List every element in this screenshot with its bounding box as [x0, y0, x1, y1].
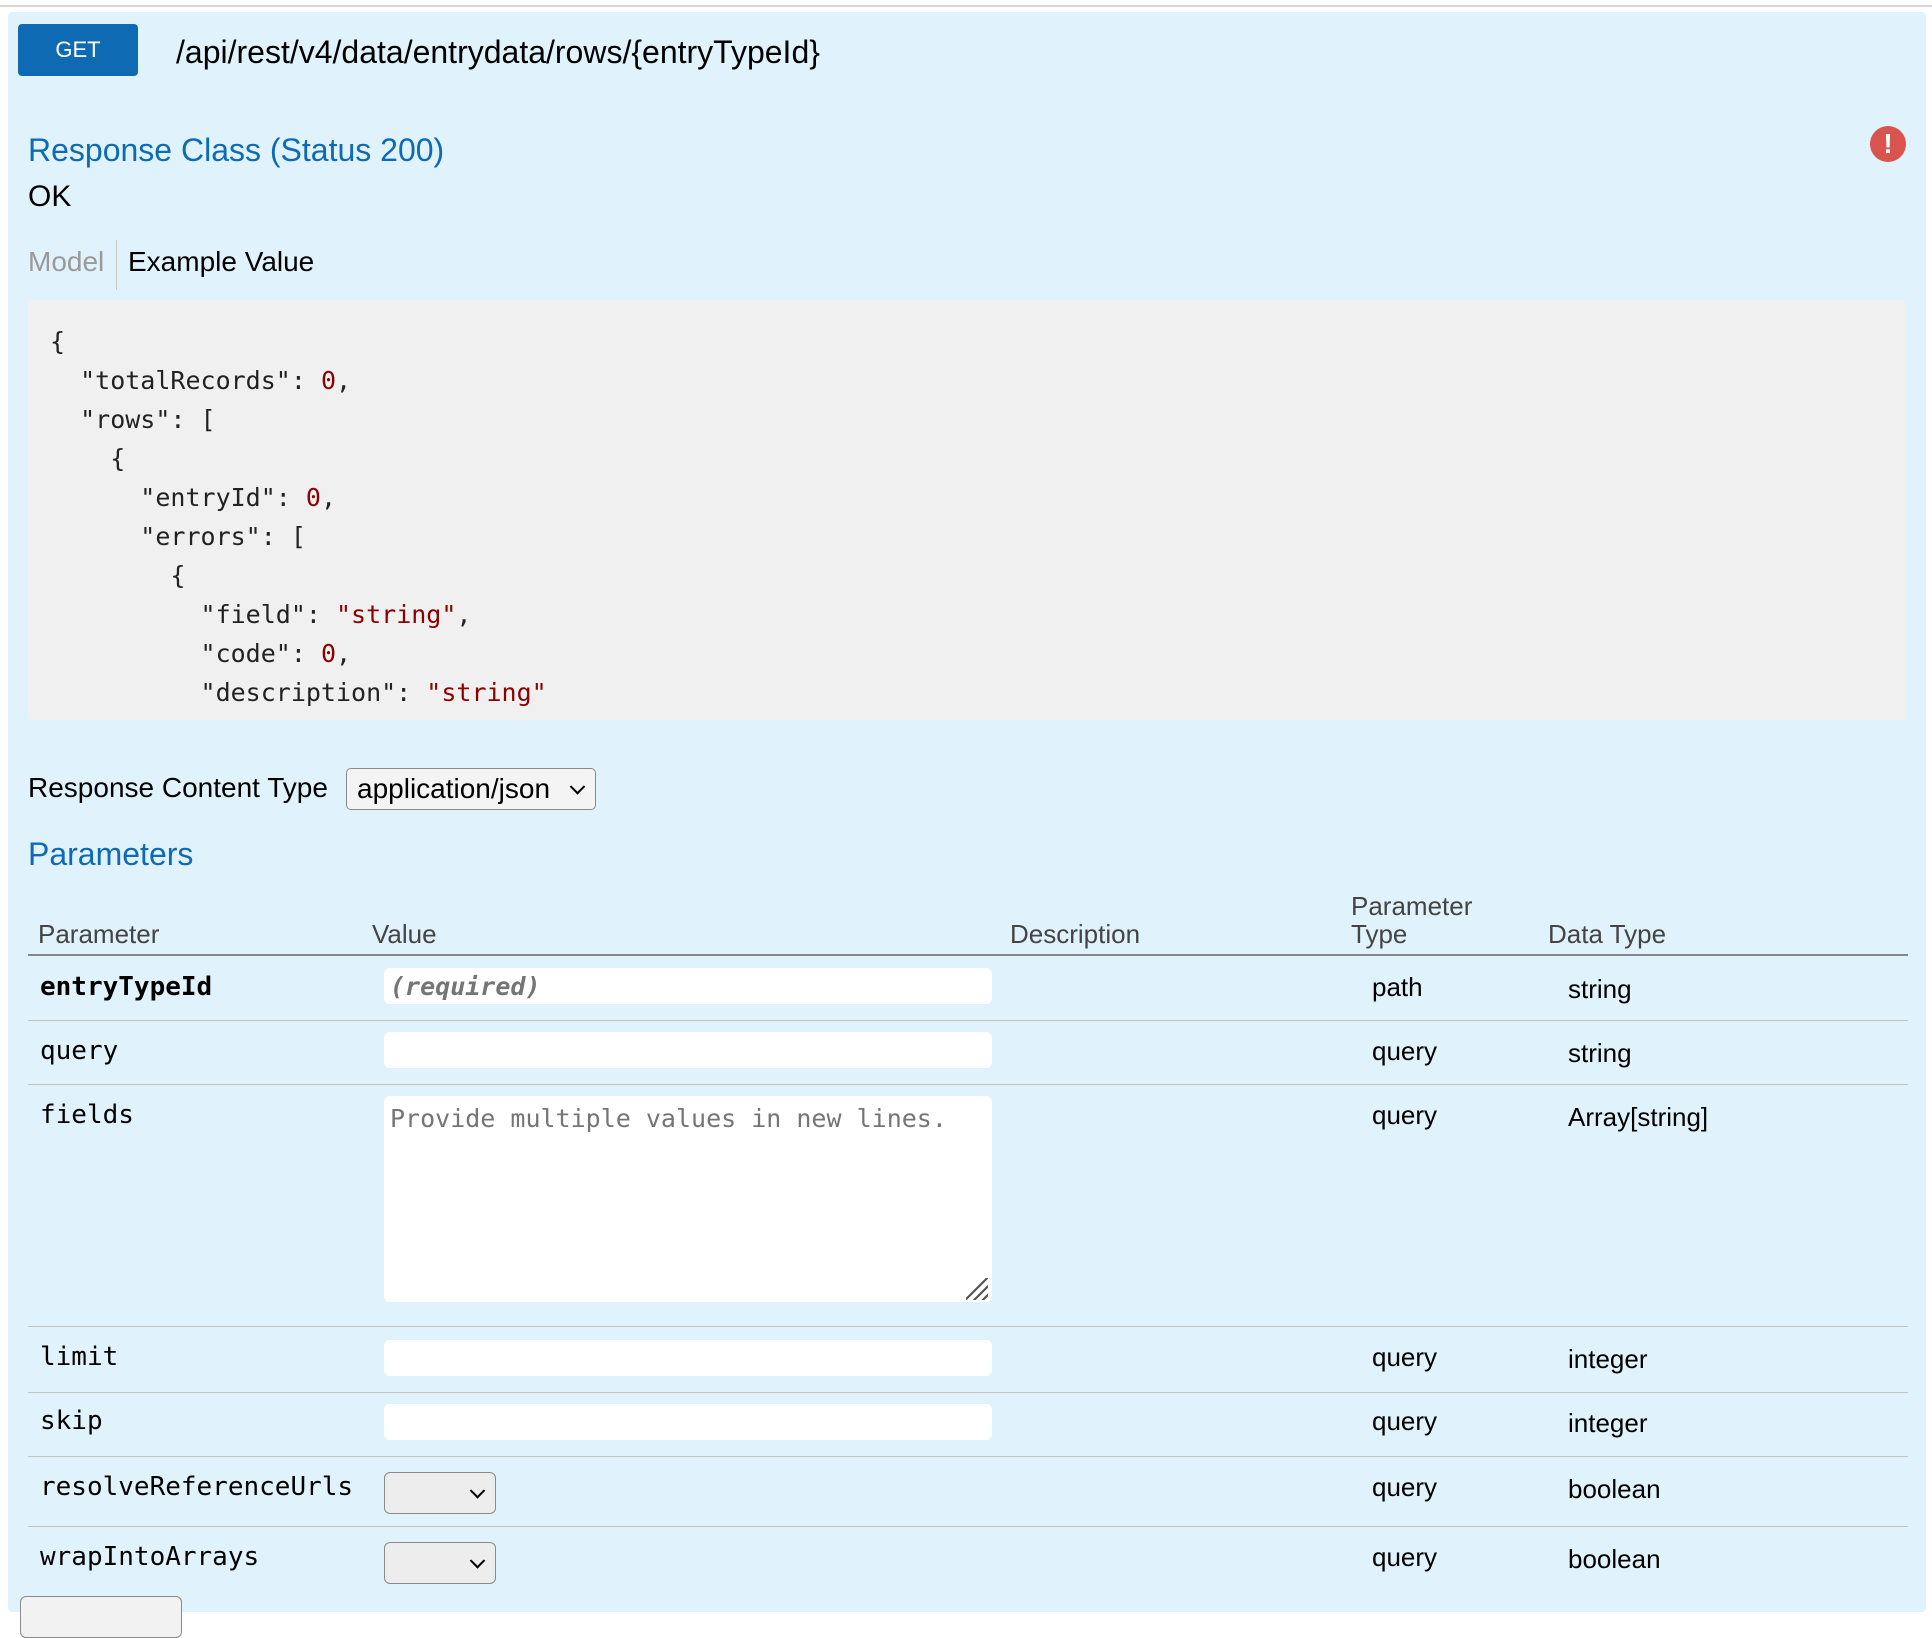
chevron-down-icon — [469, 1553, 486, 1569]
param-name-query: query — [40, 1036, 119, 1066]
tab-divider — [116, 240, 117, 290]
response-content-type-value: application/json — [357, 773, 551, 804]
param-name-fields: fields — [40, 1100, 134, 1130]
param-type-limit: query — [1372, 1342, 1438, 1372]
top-divider — [0, 5, 1932, 7]
col-header-data-type: Data Type — [1548, 919, 1667, 949]
param-type-entryTypeId: path — [1372, 972, 1423, 1002]
try-it-out-button[interactable] — [20, 1596, 182, 1638]
row-divider — [28, 1326, 1908, 1327]
data-type-wrapIntoArrays: boolean — [1568, 1544, 1661, 1574]
row-divider — [28, 1084, 1908, 1085]
response-class-title: Response Class (Status 200) — [28, 132, 445, 168]
example-value-code-block[interactable]: { "totalRecords": 0, "rows": [ { "entryI… — [28, 300, 1906, 720]
chevron-down-icon — [569, 779, 586, 795]
example-json: { "totalRecords": 0, "rows": [ { "entryI… — [50, 327, 547, 707]
col-header-parameter-type-line1: Parameter — [1351, 891, 1473, 921]
http-method-button[interactable]: GET — [18, 24, 138, 76]
data-type-limit: integer — [1568, 1344, 1648, 1374]
limit-input[interactable] — [384, 1340, 992, 1376]
row-divider — [28, 1456, 1908, 1457]
wrapIntoArrays-select[interactable] — [384, 1542, 496, 1584]
tab-example-value[interactable]: Example Value — [128, 246, 314, 278]
row-divider — [28, 1526, 1908, 1527]
param-name-limit: limit — [40, 1342, 119, 1372]
col-header-description: Description — [1010, 919, 1141, 949]
entryTypeId-input[interactable] — [384, 968, 992, 1004]
resize-grip-icon[interactable] — [966, 1278, 988, 1300]
param-name-entryTypeId: entryTypeId — [40, 972, 213, 1002]
data-type-query: string — [1568, 1038, 1632, 1068]
exclamation-circle-icon[interactable]: ! — [1870, 126, 1906, 162]
col-header-parameter-type-line2: Type — [1351, 919, 1408, 949]
parameters-title: Parameters — [28, 836, 194, 872]
chevron-down-icon — [469, 1483, 486, 1499]
col-header-parameter: Parameter — [38, 919, 160, 949]
endpoint-path[interactable]: /api/rest/v4/data/entrydata/rows/{entryT… — [176, 34, 820, 71]
fields-textarea[interactable] — [384, 1096, 992, 1302]
query-input[interactable] — [384, 1032, 992, 1068]
data-type-fields: Array[string] — [1568, 1102, 1709, 1132]
param-type-query: query — [1372, 1036, 1438, 1066]
data-type-entryTypeId: string — [1568, 974, 1632, 1004]
param-type-wrapIntoArrays: query — [1372, 1542, 1438, 1572]
col-header-value: Value — [372, 919, 437, 949]
response-content-type-select[interactable]: application/json — [346, 768, 596, 810]
data-type-skip: integer — [1568, 1408, 1648, 1438]
param-name-wrapIntoArrays: wrapIntoArrays — [40, 1542, 260, 1572]
param-type-skip: query — [1372, 1406, 1438, 1436]
operation-body: Response Class (Status 200) OK ! Model E… — [8, 86, 1926, 1612]
skip-input[interactable] — [384, 1404, 992, 1440]
param-type-fields: query — [1372, 1100, 1438, 1130]
col-header-parameter-type: Parameter Type — [1351, 892, 1472, 948]
operation-header[interactable]: GET /api/rest/v4/data/entrydata/rows/{en… — [8, 12, 1926, 88]
table-header-rule — [28, 954, 1908, 956]
param-type-resolveReferenceUrls: query — [1372, 1472, 1438, 1502]
resolveReferenceUrls-select[interactable] — [384, 1472, 496, 1514]
row-divider — [28, 1020, 1908, 1021]
data-type-resolveReferenceUrls: boolean — [1568, 1474, 1661, 1504]
response-content-type-label: Response Content Type — [28, 772, 328, 803]
response-status-text: OK — [28, 180, 72, 213]
param-name-resolveReferenceUrls: resolveReferenceUrls — [40, 1472, 354, 1502]
row-divider — [28, 1392, 1908, 1393]
param-name-skip: skip — [40, 1406, 103, 1436]
tab-model[interactable]: Model — [28, 246, 104, 278]
